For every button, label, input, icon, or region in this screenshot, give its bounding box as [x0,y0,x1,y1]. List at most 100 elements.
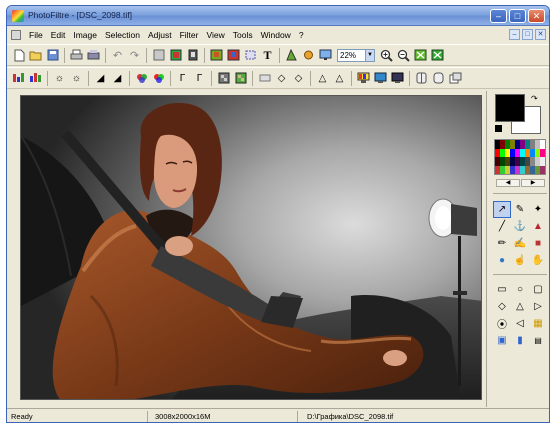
filter-button[interactable] [284,48,299,63]
text-selection-icon: ▮ [517,335,523,346]
lasso-shape[interactable]: ⦿ [493,315,511,332]
menu-adjust[interactable]: Adjust [144,29,176,41]
doc-close-button[interactable]: ✕ [535,29,546,40]
doc-minimize-button[interactable]: – [509,29,520,40]
sharpen-button[interactable]: ◇ [274,71,289,86]
palette-swatch[interactable] [540,157,545,166]
image-size-button[interactable] [209,48,224,63]
new-button[interactable] [11,48,26,63]
polygon-shape[interactable]: ◁ [511,315,529,332]
rounded-rect-shape[interactable]: ▢ [529,281,547,298]
triangle-filter-button[interactable]: △ [315,71,330,86]
scan-button[interactable] [86,48,101,63]
zoom-select[interactable]: 22% ▼ [337,48,375,62]
menu-file[interactable]: File [25,29,47,41]
canvas-size-button[interactable] [226,48,241,63]
ellipse-shape[interactable]: ○ [511,281,529,298]
blur-button[interactable] [257,71,272,86]
swap-colors-icon[interactable]: ↷ [531,94,538,103]
select-all[interactable]: ▤ [529,332,547,349]
menu-help[interactable]: ? [295,29,308,41]
copy-button[interactable] [168,48,183,63]
frame-button[interactable] [373,71,388,86]
blur-tool[interactable]: ● [493,252,511,269]
diamond-shape[interactable]: ◇ [493,298,511,315]
saturation-minus-button[interactable] [134,71,149,86]
fullscreen-button[interactable] [318,48,333,63]
menu-edit[interactable]: Edit [47,29,70,41]
drop-filter-button[interactable]: △ [332,71,347,86]
palette-prev-button[interactable]: ◀ [496,179,520,187]
text-selection[interactable]: ▮ [511,332,529,349]
document-icon[interactable] [11,30,21,40]
rotate-button[interactable] [448,71,463,86]
auto-levels-button[interactable] [11,71,26,86]
fit-window-button[interactable] [430,48,445,63]
menu-tools[interactable]: Tools [229,29,257,41]
invert-selection[interactable]: ▣ [493,332,511,349]
palette-button[interactable] [356,71,371,86]
brush-tool[interactable]: ✏ [493,235,511,252]
menu-selection[interactable]: Selection [101,29,144,41]
spray-tool[interactable]: ▲ [529,218,547,235]
palette-next-button[interactable]: ▶ [521,179,545,187]
gamma-minus-button[interactable]: Γ [175,71,190,86]
palette-swatch[interactable] [540,140,545,149]
menu-filter[interactable]: Filter [176,29,203,41]
selection-tool[interactable]: ↗ [493,201,511,218]
grayscale-button[interactable] [216,71,231,86]
contrast-minus-button[interactable]: ◢ [93,71,108,86]
text-button[interactable]: T [260,48,275,63]
line-tool[interactable]: ╱ [493,218,511,235]
scroll-tool[interactable]: ✋ [529,252,547,269]
rectangle-shape[interactable]: ▭ [493,281,511,298]
screen-button[interactable] [390,71,405,86]
saturation-plus-button[interactable] [151,71,166,86]
fill-tool[interactable]: ⚓ [511,218,529,235]
redo-button[interactable]: ↷ [127,48,142,63]
open-folder-icon [29,51,42,61]
soften-button[interactable]: ◇ [291,71,306,86]
triangle-shape[interactable]: △ [511,298,529,315]
contrast-plus-button[interactable]: ◢ [110,71,125,86]
close-button[interactable]: ✕ [528,9,545,23]
minimize-button[interactable]: – [490,9,507,23]
maximize-button[interactable]: □ [509,9,526,23]
crop-button[interactable] [243,48,258,63]
auto-contrast-button[interactable] [28,71,43,86]
brightness-plus-button[interactable]: ☼ [69,71,84,86]
actual-size-button[interactable] [413,48,428,63]
mirror-button[interactable] [414,71,429,86]
chevron-down-icon: ▼ [365,49,374,61]
palette-swatch[interactable] [540,148,545,157]
image-canvas[interactable] [20,95,482,400]
open-button[interactable] [28,48,43,63]
menu-image[interactable]: Image [69,29,101,41]
palette-swatch[interactable] [540,165,545,174]
gamma-plus-button[interactable]: Γ [192,71,207,86]
advanced-brush-tool[interactable]: ✍ [511,235,529,252]
zoom-out-button[interactable] [396,48,411,63]
flip-button[interactable] [431,71,446,86]
magic-wand-tool[interactable]: ✦ [529,201,547,218]
stamp-tool[interactable]: ■ [529,235,547,252]
color-picker-tool[interactable]: ✎ [511,201,529,218]
sepia-button[interactable] [233,71,248,86]
save-button[interactable] [45,48,60,63]
triangle-right-shape[interactable]: ▷ [529,298,547,315]
print-button[interactable] [69,48,84,63]
reset-colors-icon[interactable] [495,125,502,132]
brightness-minus-button[interactable]: ☼ [52,71,67,86]
foreground-color-swatch[interactable] [495,94,525,122]
open-shape[interactable]: ▦ [529,315,547,332]
undo-button[interactable]: ↶ [110,48,125,63]
doc-restore-button[interactable]: □ [522,29,533,40]
smudge-tool[interactable]: ☝ [511,252,529,269]
zoom-in-button[interactable] [379,48,394,63]
cut-button[interactable] [151,48,166,63]
paste-button[interactable] [185,48,200,63]
menu-view[interactable]: View [202,29,228,41]
automation-button[interactable] [301,48,316,63]
menu-window[interactable]: Window [257,29,295,41]
polygon-icon: ◁ [516,318,524,329]
